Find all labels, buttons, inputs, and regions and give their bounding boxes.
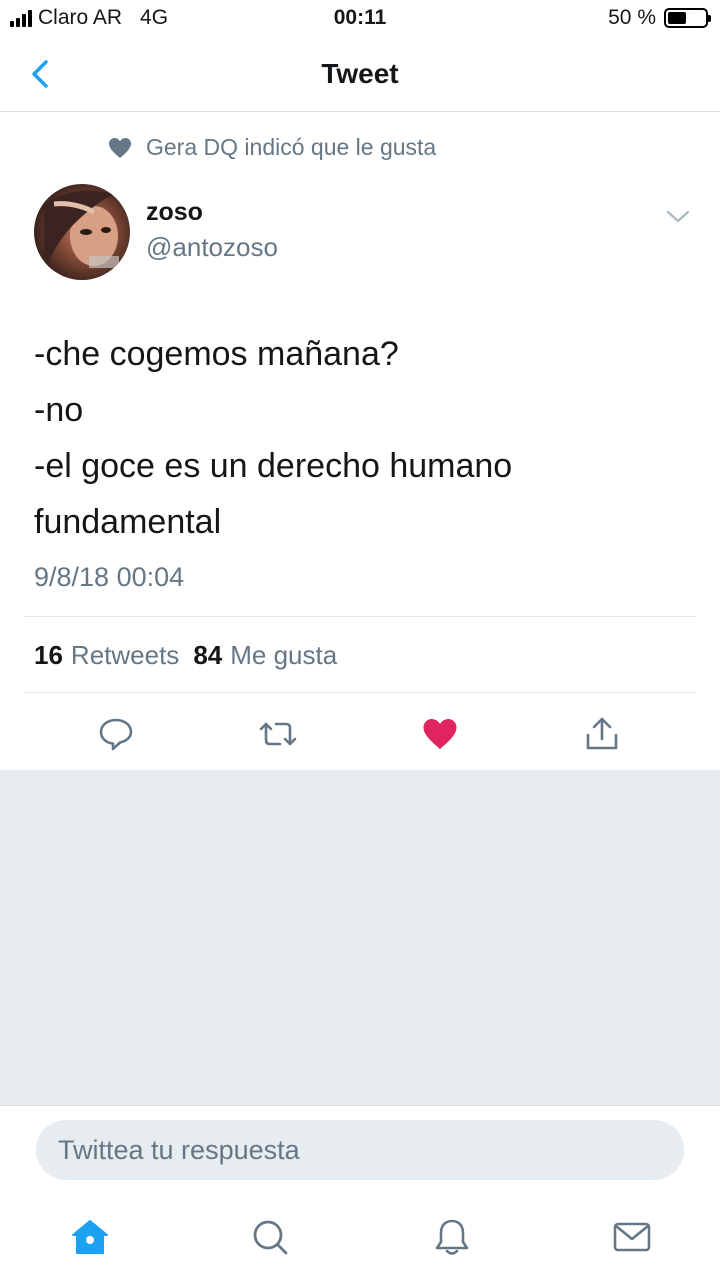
bell-icon [435,1219,469,1255]
battery-fill [668,12,686,24]
like-button[interactable] [420,714,460,754]
tweet-text: -che cogemos mañana? -no -el goce es un … [34,326,674,550]
tab-messages[interactable] [612,1217,652,1257]
tweet-timestamp: 9/8/18 00:04 [34,562,185,592]
tab-bar [0,1193,720,1280]
tweet-text-line: fundamental [34,503,222,541]
tweet-text-line: -el goce es un derecho humano [34,447,513,485]
retweets-label: Retweets [70,640,180,670]
divider [24,616,696,617]
nav-bar: Tweet [0,38,720,112]
heart-icon [109,137,131,158]
likes-count: 84 [193,640,223,670]
replies-area [0,770,720,1105]
divider [24,692,696,693]
share-button[interactable] [582,714,622,754]
reply-input[interactable]: Twittea tu respuesta [36,1120,684,1180]
tweet-stats: 16 Retweets 84 Me gusta [34,640,351,671]
mail-icon [613,1222,651,1252]
social-context[interactable]: Gera DQ indicó que le gusta [108,134,436,161]
user-handle[interactable]: @antozoso [146,232,278,263]
social-context-text: Gera DQ indicó que le gusta [146,134,437,160]
avatar-image [34,184,130,280]
retweets-stat[interactable]: 16 Retweets [34,640,179,671]
likes-label: Me gusta [230,640,338,670]
heart-icon [423,719,457,749]
status-bar: Claro AR 4G 00:11 50 % [0,0,720,38]
avatar[interactable] [34,184,130,280]
page-title: Tweet [321,58,399,89]
reply-icon [99,718,133,751]
search-icon [253,1220,288,1255]
tab-search[interactable] [250,1217,290,1257]
battery-icon [664,8,711,28]
tweet-text-line: -no [34,391,84,429]
display-name[interactable]: zoso [146,198,203,227]
retweet-button[interactable] [258,714,298,754]
reply-button[interactable] [96,714,136,754]
retweets-count: 16 [34,640,63,670]
likes-stat[interactable]: 84 Me gusta [193,640,337,671]
retweet-icon [259,722,297,746]
home-icon [72,1220,108,1254]
reply-bar: Twittea tu respuesta [0,1105,720,1193]
tweet-options-button[interactable] [664,204,692,228]
tab-home[interactable] [70,1217,110,1257]
status-bar-right: 50 % [608,6,711,30]
share-icon [586,717,618,750]
battery-percentage: 50 % [608,6,656,29]
chevron-down-icon [666,210,690,223]
tweet-actions [0,708,720,768]
tweet-text-line: -che cogemos mañana? [34,335,399,373]
tab-notifications[interactable] [432,1217,472,1257]
